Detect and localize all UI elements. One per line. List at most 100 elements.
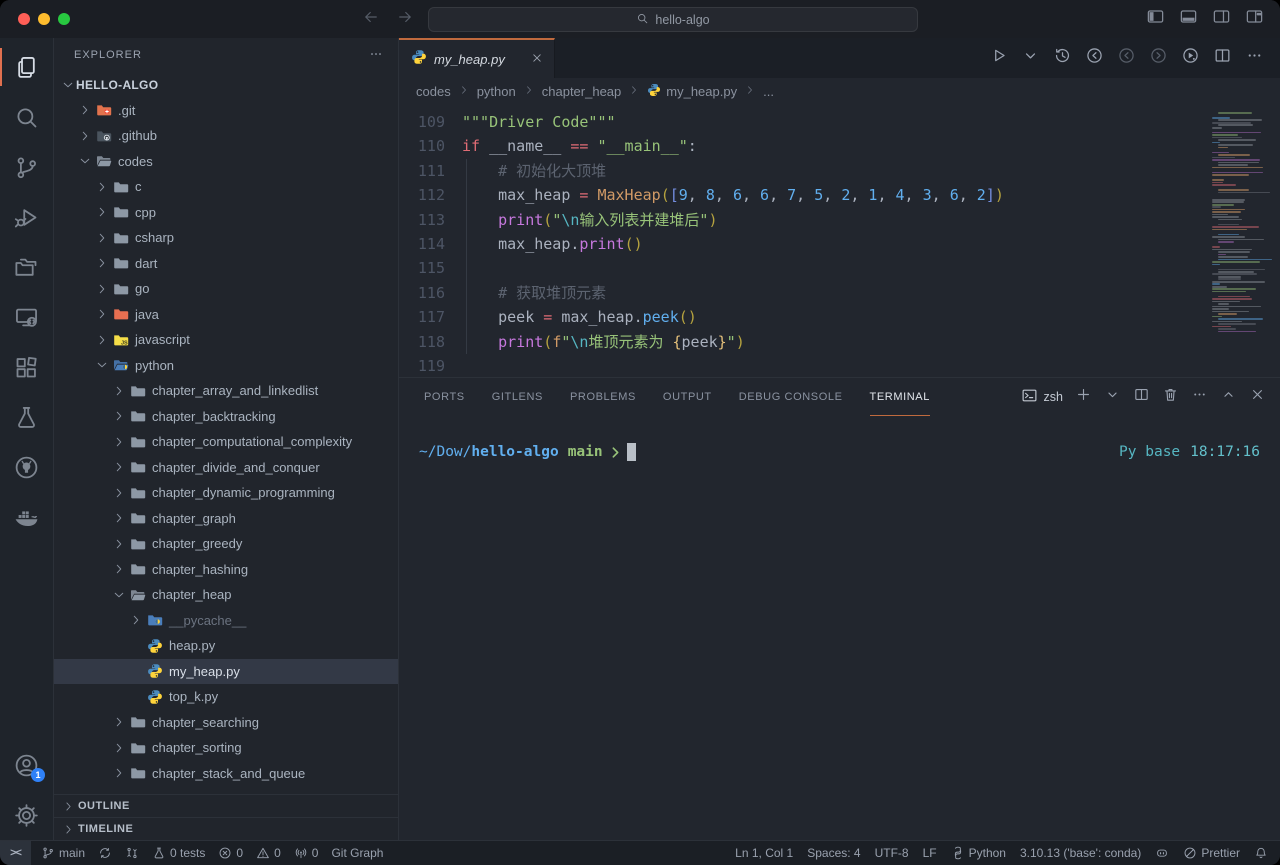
activity-accounts-icon[interactable]: 1: [0, 740, 53, 790]
explorer-more-actions-icon[interactable]: [368, 46, 384, 65]
panel-tab-ports[interactable]: PORTS: [424, 378, 465, 416]
status-notifications[interactable]: [1254, 846, 1268, 860]
nav-forward-icon[interactable]: [396, 8, 414, 31]
tree-item-chapter-hashing[interactable]: chapter_hashing: [54, 557, 398, 583]
code-line-110[interactable]: 110if __name__ == "__main__":: [399, 134, 1280, 158]
command-center-search[interactable]: hello-algo: [428, 7, 918, 32]
code-line-112[interactable]: 112 max_heap = MaxHeap([9, 8, 6, 6, 7, 5…: [399, 183, 1280, 207]
layout-panel-icon[interactable]: [1179, 7, 1198, 31]
panel-tab-terminal[interactable]: TERMINAL: [870, 378, 930, 416]
zoom-window-button[interactable]: [58, 13, 70, 25]
maximize-panel-icon[interactable]: [1220, 386, 1237, 408]
tree-item-codes[interactable]: codes: [54, 149, 398, 175]
status-test-results[interactable]: 0 tests: [152, 846, 205, 860]
activity-docker-icon[interactable]: [0, 492, 53, 542]
close-window-button[interactable]: [18, 13, 30, 25]
activity-source-control-icon[interactable]: [0, 142, 53, 192]
activity-testing-icon[interactable]: [0, 392, 53, 442]
breadcrumb-item[interactable]: my_heap.py: [647, 83, 737, 100]
status-python-interpreter[interactable]: 3.10.13 ('base': conda): [1020, 846, 1141, 860]
activity-settings-icon[interactable]: [0, 790, 53, 840]
panel-tab-gitlens[interactable]: GITLENS: [492, 378, 543, 416]
tree-item-python[interactable]: python: [54, 353, 398, 379]
tree-item-chapter-computational-complexity[interactable]: chapter_computational_complexity: [54, 429, 398, 455]
layout-sidebar-left-icon[interactable]: [1146, 7, 1165, 31]
activity-extensions-icon[interactable]: [0, 342, 53, 392]
status-sync-changes[interactable]: [98, 846, 112, 860]
code-line-113[interactable]: 113 print("\n输入列表并建堆后"): [399, 208, 1280, 232]
status-warnings[interactable]: 0: [256, 846, 281, 860]
panel-tab-problems[interactable]: PROBLEMS: [570, 378, 636, 416]
tree-item-csharp[interactable]: csharp: [54, 225, 398, 251]
breadcrumb-item[interactable]: chapter_heap: [542, 84, 622, 99]
activity-explorer-icon[interactable]: [0, 42, 53, 92]
tree-item-java[interactable]: java: [54, 302, 398, 328]
tree-item-chapter-backtracking[interactable]: chapter_backtracking: [54, 404, 398, 430]
tree-item-chapter-stack-and-queue[interactable]: chapter_stack_and_queue: [54, 761, 398, 787]
minimize-window-button[interactable]: [38, 13, 50, 25]
status-language-mode[interactable]: Python: [951, 846, 1006, 860]
remote-indicator[interactable]: ><: [0, 841, 31, 865]
tree-item-chapter-sorting[interactable]: chapter_sorting: [54, 735, 398, 761]
run-or-debug-icon[interactable]: [1181, 46, 1200, 70]
more-panel-actions-icon[interactable]: [1191, 386, 1208, 408]
terminal[interactable]: ~/Dow/hello-algo main Py base18:17:16: [399, 416, 1280, 840]
tree-item--pycache-[interactable]: __pycache__: [54, 608, 398, 634]
more-actions-icon[interactable]: [1245, 46, 1264, 70]
tree-item--github[interactable]: .github: [54, 123, 398, 149]
code-line-119[interactable]: 119: [399, 354, 1280, 377]
tree-item-javascript[interactable]: JSjavascript: [54, 327, 398, 353]
status-encoding[interactable]: UTF-8: [875, 846, 909, 860]
tree-item-my-heap-py[interactable]: my_heap.py: [54, 659, 398, 685]
tree-item-go[interactable]: go: [54, 276, 398, 302]
kill-terminal-icon[interactable]: [1162, 386, 1179, 408]
code-line-117[interactable]: 117 peek = max_heap.peek(): [399, 305, 1280, 329]
close-tab-icon[interactable]: [530, 51, 544, 68]
tree-item-chapter-dynamic-programming[interactable]: chapter_dynamic_programming: [54, 480, 398, 506]
layout-customize-icon[interactable]: [1245, 7, 1264, 31]
status-copilot[interactable]: [1155, 846, 1169, 860]
tree-item-chapter-array-and-linkedlist[interactable]: chapter_array_and_linkedlist: [54, 378, 398, 404]
code-line-118[interactable]: 118 print(f"\n堆顶元素为 {peek}"): [399, 330, 1280, 354]
breadcrumb-item[interactable]: codes: [416, 84, 451, 99]
breadcrumb-item[interactable]: ...: [763, 84, 774, 99]
code-editor[interactable]: 109"""Driver Code"""110if __name__ == "_…: [399, 104, 1280, 377]
tree-item-top-k-py[interactable]: top_k.py: [54, 684, 398, 710]
status-prettier[interactable]: Prettier: [1183, 846, 1240, 860]
code-line-111[interactable]: 111 # 初始化大顶堆: [399, 159, 1280, 183]
panel-tab-output[interactable]: OUTPUT: [663, 378, 712, 416]
activity-github-icon[interactable]: [0, 442, 53, 492]
section-timeline[interactable]: TIMELINE: [54, 817, 398, 840]
run-python-file-icon[interactable]: [989, 46, 1008, 70]
split-terminal-icon[interactable]: [1133, 386, 1150, 408]
activity-remote-explorer-icon[interactable]: [0, 292, 53, 342]
nav-back-disabled-icon[interactable]: [1117, 46, 1136, 70]
tree-root[interactable]: HELLO-ALGO: [54, 72, 398, 98]
status-forwarded-ports[interactable]: 0: [294, 846, 319, 860]
layout-sidebar-right-icon[interactable]: [1212, 7, 1231, 31]
tree-item-chapter-searching[interactable]: chapter_searching: [54, 710, 398, 736]
nav-forward-disabled-icon[interactable]: [1149, 46, 1168, 70]
new-terminal-icon[interactable]: [1075, 386, 1092, 408]
run-dropdown-icon[interactable]: [1021, 46, 1040, 70]
split-editor-icon[interactable]: [1213, 46, 1232, 70]
status-eol[interactable]: LF: [923, 846, 937, 860]
status-git-graph[interactable]: Git Graph: [331, 846, 383, 860]
status-errors[interactable]: 0: [218, 846, 243, 860]
close-panel-icon[interactable]: [1249, 386, 1266, 408]
code-line-109[interactable]: 109"""Driver Code""": [399, 110, 1280, 134]
tree-item-heap-py[interactable]: heap.py: [54, 633, 398, 659]
terminal-dropdown-icon[interactable]: [1104, 386, 1121, 408]
status-indentation[interactable]: Spaces: 4: [807, 846, 860, 860]
tree-item-chapter-divide-and-conquer[interactable]: chapter_divide_and_conquer: [54, 455, 398, 481]
status-gitlens-compare[interactable]: [125, 846, 139, 860]
tree-item--git[interactable]: .git: [54, 98, 398, 124]
activity-search-icon[interactable]: [0, 92, 53, 142]
minimap[interactable]: [1208, 112, 1274, 333]
nav-back-icon[interactable]: [1085, 46, 1104, 70]
timeline-history-icon[interactable]: [1053, 46, 1072, 70]
tree-item-c[interactable]: c: [54, 174, 398, 200]
activity-run-and-debug-icon[interactable]: [0, 192, 53, 242]
breadcrumb-item[interactable]: python: [477, 84, 516, 99]
tree-item-chapter-graph[interactable]: chapter_graph: [54, 506, 398, 532]
